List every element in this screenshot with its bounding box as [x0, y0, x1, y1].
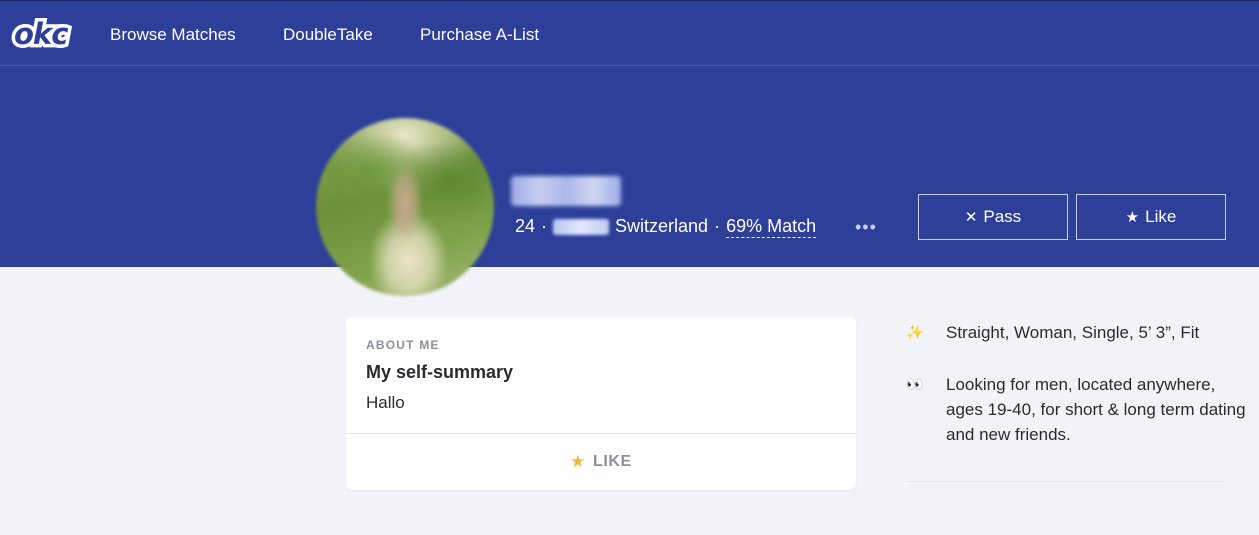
eyes-icon: 👀: [906, 376, 923, 392]
about-me-card: ABOUT ME My self-summary Hallo ★ LIKE: [346, 317, 856, 490]
profile-name-redacted: [511, 176, 621, 206]
sparkles-icon: ✨: [906, 324, 924, 340]
profile-meta: 24 · Switzerland · 69% Match: [515, 215, 817, 239]
profile-avatar[interactable]: [316, 118, 494, 296]
section-label: ABOUT ME: [366, 338, 440, 352]
like-button-label: Like: [1145, 207, 1177, 226]
match-percentage[interactable]: 69% Match: [726, 216, 817, 238]
meta-separator: ·: [541, 216, 548, 236]
pass-button[interactable]: ✕ Pass: [918, 194, 1068, 240]
essay-body: Hallo: [366, 393, 405, 412]
close-icon: ✕: [964, 209, 978, 226]
meta-separator: ·: [714, 216, 721, 236]
more-options-icon[interactable]: •••: [855, 216, 877, 238]
nav-purchase-a-list[interactable]: Purchase A-List: [420, 25, 539, 45]
basics-text: Straight, Woman, Single, 5’ 3”, Fit: [946, 323, 1200, 342]
nav-browse-matches[interactable]: Browse Matches: [110, 25, 236, 45]
essay-title: My self-summary: [366, 362, 514, 382]
looking-for-text: Looking for men, located anywhere, ages …: [946, 375, 1246, 444]
like-button[interactable]: ★ Like: [1076, 194, 1226, 240]
star-icon: ★: [570, 452, 586, 471]
profile-city-redacted: [553, 219, 610, 236]
profile-age: 24: [515, 216, 536, 236]
profile-country: Switzerland: [615, 216, 709, 236]
star-icon: ★: [1125, 209, 1140, 226]
nav-doubletake[interactable]: DoubleTake: [283, 25, 373, 45]
like-essay-label: LIKE: [592, 453, 632, 470]
pass-button-label: Pass: [983, 207, 1022, 226]
divider: [906, 481, 1224, 482]
like-essay-button[interactable]: ★ LIKE: [346, 434, 856, 490]
top-nav-bar: okc Browse Matches DoubleTake Purchase A…: [0, 0, 1259, 66]
okc-logo[interactable]: okc: [10, 14, 71, 55]
